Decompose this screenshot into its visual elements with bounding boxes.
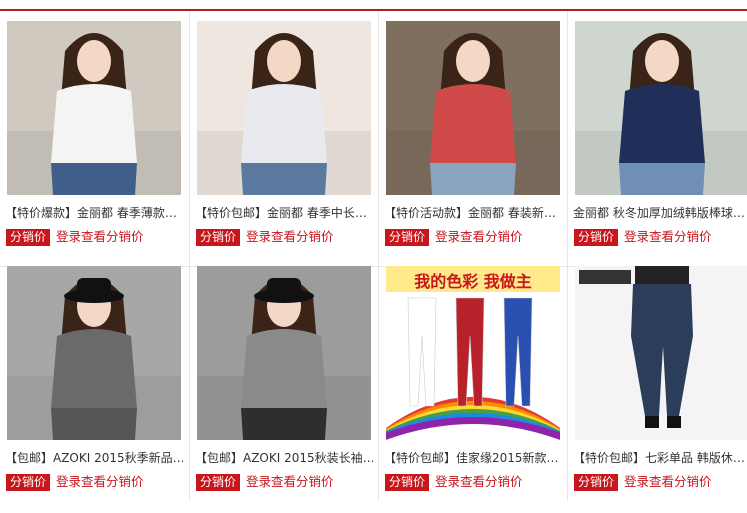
distribution-price-badge: 分销价 — [385, 229, 430, 246]
top-divider — [0, 0, 747, 11]
image-banner-text: 我的色彩 我做主 — [414, 272, 532, 291]
distribution-price-badge: 分销价 — [574, 229, 619, 246]
product-image[interactable] — [197, 266, 371, 440]
product-title[interactable]: 【特价爆款】金丽都 春季薄款… — [5, 204, 183, 222]
distribution-price-badge: 分销价 — [196, 474, 241, 491]
product-image[interactable]: 我的色彩 我做主 — [386, 266, 560, 440]
distribution-price-badge: 分销价 — [385, 474, 430, 491]
product-image[interactable] — [7, 21, 181, 195]
product-title[interactable]: 【特价包邮】金丽都 春季中长… — [195, 204, 373, 222]
login-view-price-link[interactable]: 登录查看分销价 — [246, 473, 334, 491]
product-title[interactable]: 【特价包邮】七彩单品 韩版休… — [573, 449, 747, 467]
product-image[interactable] — [575, 21, 747, 195]
distribution-price-badge: 分销价 — [6, 229, 51, 246]
product-image[interactable] — [575, 266, 747, 440]
product-title[interactable]: 【特价活动款】金丽都 春装新… — [384, 204, 562, 222]
product-card[interactable]: 【特价爆款】金丽都 春季薄款… 分销价 登录查看分销价 — [0, 11, 186, 256]
login-view-price-link[interactable]: 登录查看分销价 — [56, 228, 144, 246]
distribution-price-badge: 分销价 — [574, 474, 619, 491]
login-view-price-link[interactable]: 登录查看分销价 — [435, 473, 523, 491]
product-grid: 【特价爆款】金丽都 春季薄款… 分销价 登录查看分销价 【特价包邮】金丽都 春季中长… — [0, 11, 747, 513]
distribution-price-badge: 分销价 — [6, 474, 51, 491]
product-title[interactable]: 【特价包邮】佳家缘2015新款… — [384, 449, 562, 467]
product-card[interactable]: 【特价包邮】七彩单品 韩版休… 分销价 登录查看分销价 — [567, 256, 747, 501]
product-card[interactable]: 【包邮】AZOKI 2015秋季新品… 分销价 登录查看分销价 — [0, 256, 186, 501]
login-view-price-link[interactable]: 登录查看分销价 — [624, 228, 712, 246]
product-card[interactable]: 金丽都 秋冬加厚加绒韩版棒球… 分销价 登录查看分销价 — [567, 11, 747, 256]
distribution-price-badge: 分销价 — [196, 229, 241, 246]
product-title[interactable]: 金丽都 秋冬加厚加绒韩版棒球… — [573, 204, 747, 222]
login-view-price-link[interactable]: 登录查看分销价 — [624, 473, 712, 491]
product-title[interactable]: 【包邮】AZOKI 2015秋季新品… — [5, 449, 183, 467]
product-card[interactable]: 【特价包邮】金丽都 春季中长… 分销价 登录查看分销价 — [189, 11, 375, 256]
product-image[interactable] — [386, 21, 560, 195]
product-card[interactable]: 【包邮】AZOKI 2015秋装长袖… 分销价 登录查看分销价 — [189, 256, 375, 501]
product-card[interactable]: 我的色彩 我做主【特价包邮】佳家缘2015新款… 分销价 登录查看分销价 — [378, 256, 564, 501]
login-view-price-link[interactable]: 登录查看分销价 — [56, 473, 144, 491]
product-image[interactable] — [7, 266, 181, 440]
product-image[interactable] — [197, 21, 371, 195]
login-view-price-link[interactable]: 登录查看分销价 — [435, 228, 523, 246]
product-card[interactable]: 【特价活动款】金丽都 春装新… 分销价 登录查看分销价 — [378, 11, 564, 256]
product-title[interactable]: 【包邮】AZOKI 2015秋装长袖… — [195, 449, 373, 467]
login-view-price-link[interactable]: 登录查看分销价 — [246, 228, 334, 246]
